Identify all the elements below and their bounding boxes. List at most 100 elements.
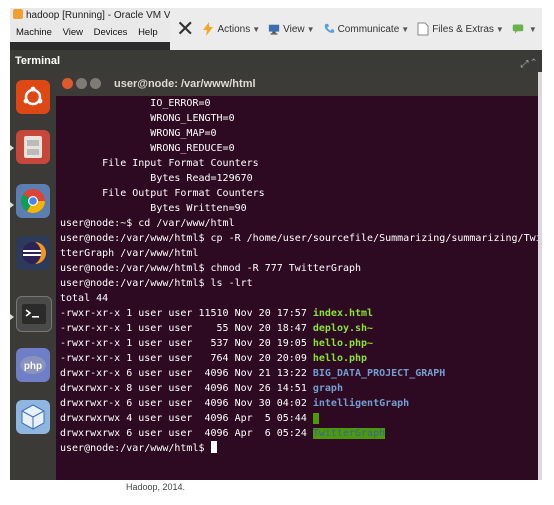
launcher-chrome[interactable] [16,184,50,218]
terminal-text: drwxrwxr-x 8 user user 4096 Nov 26 14:51 [60,383,313,394]
launcher-dash[interactable] [16,80,50,114]
terminal-title: user@node: /var/www/html [114,78,256,90]
close-icon[interactable]: ✕ [176,18,194,40]
minimize-window-icon[interactable] [76,78,87,89]
toolbar-view[interactable]: View ▼ [268,22,315,36]
screenshot-frame: hadoop [Running] - Oracle VM Virtu Machi… [10,8,542,480]
terminal-text: File Output Format Counters [60,188,265,199]
terminal-text: -rwxr-xr-x 1 user user 764 Nov 20 20:09 [60,353,313,364]
terminal-text: drwxrwxrwx 4 user user 4096 Apr 5 05:44 [60,413,313,424]
chrome-icon [20,189,45,214]
terminal-cursor [210,441,217,453]
chevron-down-icon: ▼ [528,24,537,34]
maximize-window-icon[interactable] [90,78,101,89]
menu-devices[interactable]: Devices [94,27,128,38]
lightning-icon [203,22,214,36]
terminal-text: user@node:~$ cd /var/www/html [60,218,235,229]
terminal-line: drwxrwxr-x 6 user user 4096 Nov 30 04:02… [60,396,542,411]
chevron-down-icon: ▼ [401,24,410,34]
terminal-text: drwxrwxrwx 6 user user 4096 Apr 6 05:24 [60,428,313,439]
terminal-text: Bytes Written=90 [60,203,247,214]
terminal-text: Bytes Read=129670 [60,173,253,184]
file-name: intelligentGraph [312,398,410,409]
file-name [312,413,319,424]
terminal-text: WRONG_MAP=0 [60,128,217,139]
terminal-text: -rwxr-xr-x 1 user user 55 Nov 20 18:47 [60,323,313,334]
running-indicator-icon [10,314,14,320]
file-name: deploy.sh~ [312,323,374,334]
terminal-line: Bytes Read=129670 [60,171,542,186]
file-name: graph [312,383,343,394]
terminal-text: drwxr-xr-x 6 user user 4096 Nov 21 13:22 [60,368,313,379]
chevron-down-icon: ▼ [495,24,504,34]
terminal-line: WRONG_LENGTH=0 [60,111,542,126]
vbox-window-title: hadoop [Running] - Oracle VM Virtu [10,8,170,24]
terminal-text: WRONG_LENGTH=0 [60,113,235,124]
toolbar-view-label: View [283,23,305,35]
vbox-menubar: Machine View Devices Help [10,24,170,42]
terminal-line: user@node:/var/www/html$ [60,441,542,456]
terminal-line: user@node:/var/www/html$ ls -lrt [60,276,542,291]
terminal-line: drwxrwxrwx 6 user user 4096 Apr 6 05:24 … [60,426,542,441]
menu-view[interactable]: View [63,27,83,38]
ubuntu-logo-icon [23,86,43,106]
terminal-line: tterGraph /var/www/html [60,246,542,261]
terminal-window: user@node: /var/www/html IO_ERROR=0 WRON… [56,72,542,480]
eclipse-icon [22,242,46,264]
terminal-line: total 44 [60,291,542,306]
terminal-line: -rwxr-xr-x 1 user user 55 Nov 20 18:47 d… [60,321,542,336]
figure-caption: Hadoop, 2014. [126,482,186,492]
terminal-text: WRONG_REDUCE=0 [60,143,235,154]
file-cabinet-icon [24,136,42,158]
toolbar-chat[interactable]: ▼ [512,22,537,36]
launcher-eclipse[interactable] [16,236,50,270]
file-name: BIG_DATA_PROJECT_GRAPH [312,368,446,379]
svg-text:php: php [24,361,42,372]
monitor-icon [269,24,280,35]
terminal-text: -rwxr-xr-x 1 user user 11510 Nov 20 17:5… [60,308,313,319]
terminal-icon [22,304,46,324]
running-indicator-icon [10,202,14,208]
cube-icon [21,404,45,430]
launcher-php[interactable]: php [16,348,50,382]
menu-help[interactable]: Help [138,27,158,38]
background-window-edge [538,72,542,480]
launcher-virtualbox[interactable] [16,400,50,434]
toolbar-files-extras[interactable]: Files & Extras ▼ [417,22,504,36]
terminal-text: user@node:/var/www/html$ ls -lrt [60,278,253,289]
app-header-title: Terminal [15,55,61,67]
terminal-line: user@node:/var/www/html$ cp -R /home/use… [60,231,542,246]
toolbar-communicate-label: Communicate [337,23,400,35]
terminal-line: -rwxr-xr-x 1 user user 537 Nov 20 19:05 … [60,336,542,351]
terminal-line: drwxrwxr-x 8 user user 4096 Nov 26 14:51… [60,381,542,396]
vbox-window-title-text: hadoop [Running] - Oracle VM Virtu [26,10,170,21]
menu-machine[interactable]: Machine [16,27,52,38]
running-indicator-icon [10,145,14,151]
toolbar-files-extras-label: Files & Extras [432,23,494,35]
php-icon: php [20,356,46,374]
file-icon [417,22,429,36]
terminal-line: user@node:/var/www/html$ chmod -R 777 Tw… [60,261,542,276]
vbox-toolbar: ✕ Actions ▼ View ▼ Communicate ▼ Files & Ex… [170,8,542,50]
toolbar-communicate[interactable]: Communicate ▼ [323,22,410,36]
file-name: hello.php~ [312,338,374,349]
close-window-icon[interactable] [62,78,73,89]
terminal-text: drwxrwxr-x 6 user user 4096 Nov 30 04:02 [60,398,313,409]
launcher-terminal[interactable] [16,296,52,332]
terminal-text: user@node:/var/www/html$ [60,443,211,454]
file-name: TwitterGraph [312,428,386,439]
terminal-app-header: Terminal ⤢ ⌃ [10,50,542,72]
terminal-line: WRONG_REDUCE=0 [60,141,542,156]
unity-launcher: php [10,72,56,480]
terminal-text: tterGraph /var/www/html [60,248,199,259]
terminal-line: drwxr-xr-x 6 user user 4096 Nov 21 13:22… [60,366,542,381]
phone-icon [324,23,334,33]
file-name: hello.php [312,353,368,364]
terminal-text: File Input Format Counters [60,158,259,169]
toolbar-actions[interactable]: Actions ▼ [202,22,260,36]
launcher-files[interactable] [16,130,50,164]
terminal-line: IO_ERROR=0 [60,96,542,111]
terminal-text: user@node:/var/www/html$ cp -R /home/use… [60,233,542,244]
terminal-output[interactable]: IO_ERROR=0 WRONG_LENGTH=0 WRONG_MAP=0 WR… [60,96,542,480]
terminal-line: -rwxr-xr-x 1 user user 764 Nov 20 20:09 … [60,351,542,366]
